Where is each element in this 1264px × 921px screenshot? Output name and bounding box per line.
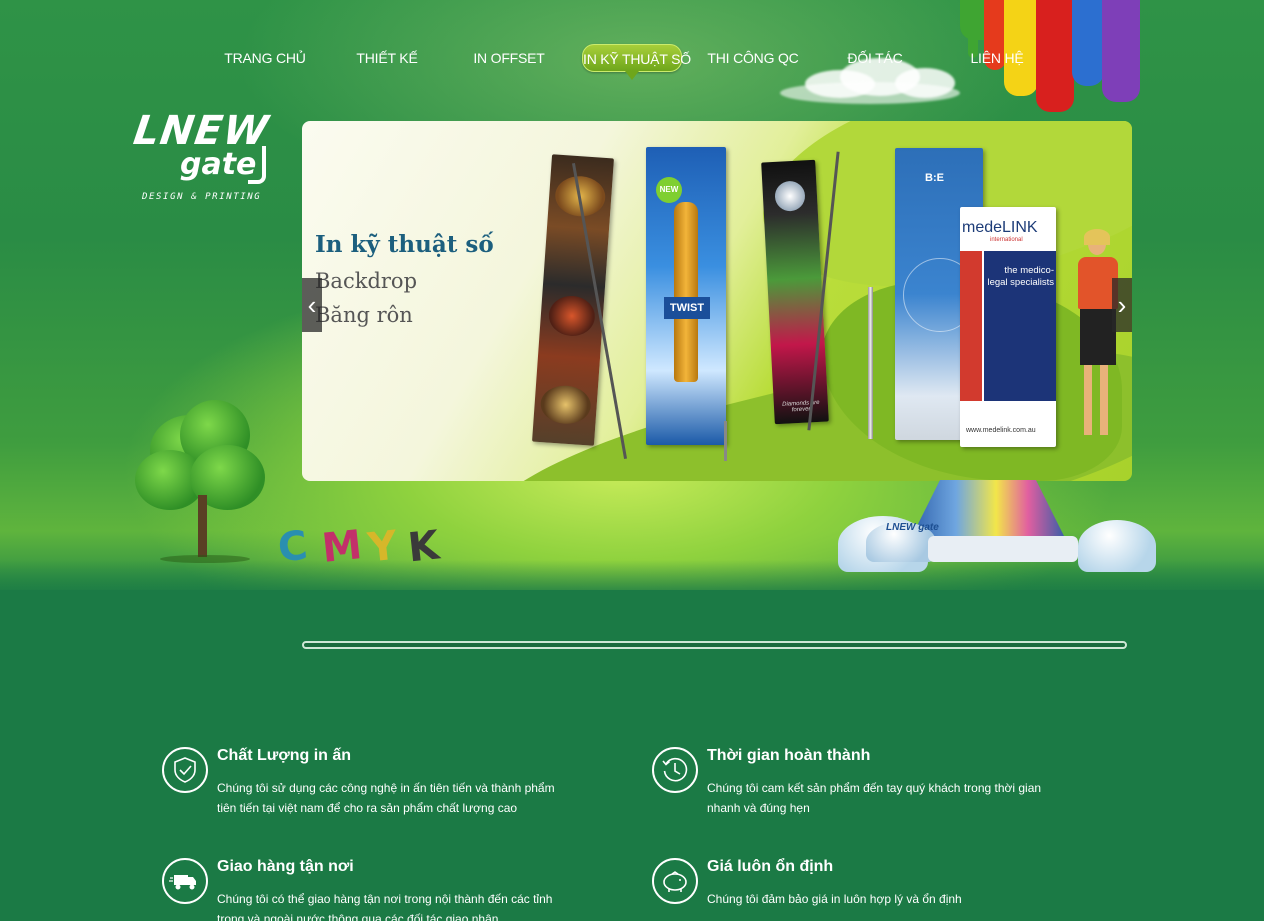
feature-title: Chất Lượng in ấn (217, 747, 352, 764)
nav-item-design[interactable]: THIẾT KẾ (335, 44, 439, 72)
site-logo[interactable]: LNEW gate DESIGN & PRINTING (130, 108, 275, 205)
clock-history-icon (652, 747, 698, 793)
presenter-figure (1070, 229, 1124, 448)
nav-item-offset-printing[interactable]: IN OFFSET (457, 44, 561, 72)
piggy-bank-icon (652, 858, 698, 904)
chevron-right-icon: › (1117, 290, 1127, 320)
banner-stand-base (724, 421, 727, 461)
machine-logo-text: LNEW gate (886, 522, 939, 533)
feature-text: Chúng tôi đảm bảo giá in luôn hợp lý và … (707, 892, 962, 906)
nav-item-partners[interactable]: ĐỐI TÁC (823, 44, 927, 72)
feature-title: Thời gian hoàn thành (707, 747, 871, 764)
feature-title: Giao hàng tận nơi (217, 858, 354, 875)
nav-item-digital-printing[interactable]: IN KỸ THUẬT SỐ (582, 44, 691, 80)
cmyk-letter-m: M (319, 522, 365, 572)
be-brand-label: B:E (925, 172, 944, 184)
tree-decoration (130, 395, 275, 565)
slide-line-backdrop: Backdrop (315, 269, 418, 293)
logo-tagline: DESIGN & PRINTING (142, 192, 262, 202)
slide-caption: In kỹ thuật số Backdrop Băng rôn (315, 231, 494, 332)
logo-text-gate: gate (180, 147, 257, 182)
shield-check-icon (162, 747, 208, 793)
cmyk-letter-c: C (275, 522, 310, 572)
feature-text: Chúng tôi sử dụng các công nghệ in ấn ti… (217, 781, 555, 815)
slider-prev-button[interactable]: ‹ (302, 278, 322, 332)
feature-title: Giá luôn ổn định (707, 858, 834, 875)
nav-item-contact[interactable]: LIÊN HỆ (945, 44, 1049, 72)
twist-brand-label: TWIST (664, 297, 710, 319)
slider-next-button[interactable]: › (1112, 278, 1132, 332)
feature-text: Chúng tôi có thể giao hàng tận nơi trong… (217, 892, 553, 921)
folded-stand (868, 287, 873, 439)
feature-text: Chúng tôi cam kết sản phẩm đến tay quý k… (707, 781, 1042, 815)
medelink-sub: international (990, 237, 1023, 243)
new-badge: NEW (656, 177, 682, 203)
medelink-tagline: the medico-legal specialists (987, 265, 1054, 288)
slide-line-banner: Băng rôn (315, 303, 413, 327)
delivery-truck-icon (162, 858, 208, 904)
medelink-url: www.medelink.com.au (966, 427, 1036, 434)
progress-divider-bar (302, 641, 1127, 649)
cmyk-decoration: C M Y K (276, 520, 456, 580)
banner-beer-twist: NEW TWIST (646, 147, 726, 445)
diamonds-caption: Diamonds are forever (782, 399, 820, 414)
banner-food-display (532, 154, 614, 446)
cmyk-letter-k: K (405, 522, 442, 572)
medelink-brand: medeLINK (962, 219, 1038, 236)
nav-item-home[interactable]: TRANG CHỦ (213, 44, 317, 72)
cmyk-letter-y: Y (365, 522, 400, 572)
chevron-left-icon: ‹ (307, 290, 317, 320)
hero-slider: NEW TWIST Diamonds are forever B:E medeL… (302, 121, 1132, 481)
printer-machine-decoration: LNEW gate (838, 480, 1158, 580)
logo-bracket-shape (248, 146, 266, 184)
main-nav: TRANG CHỦ THIẾT KẾ IN OFFSET IN KỸ THUẬT… (195, 44, 1075, 80)
banner-medelink: medeLINK international the medico-legal … (960, 207, 1056, 447)
nav-item-advertising-construction[interactable]: THI CÔNG QC (700, 44, 806, 72)
slide-title: In kỹ thuật số (315, 231, 494, 258)
